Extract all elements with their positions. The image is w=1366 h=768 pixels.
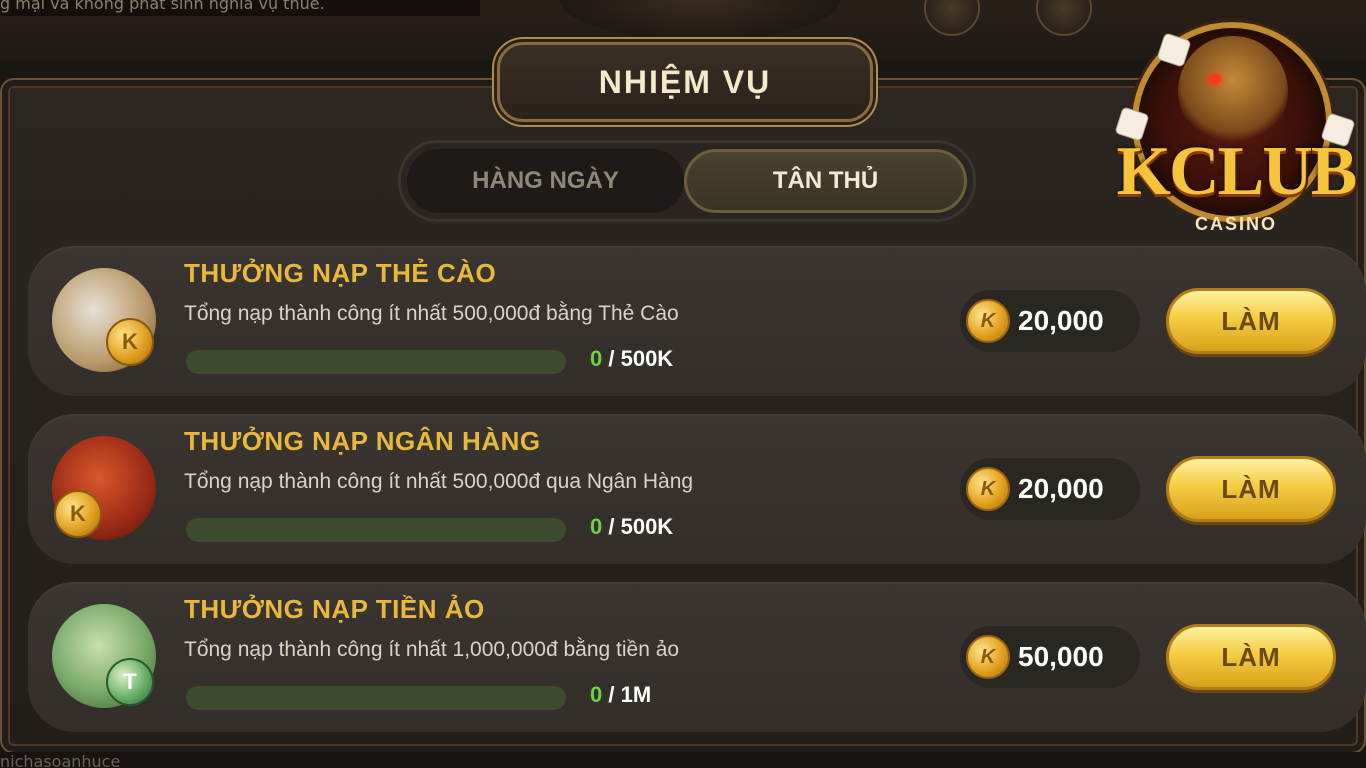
reward-amount: 50,000 [1018, 641, 1104, 672]
coin-icon: K [966, 467, 1010, 511]
mission-item: K THƯỞNG NẠP THẺ CÀO Tổng nạp thành công… [28, 246, 1366, 396]
mission-description: Tổng nạp thành công ít nhất 500,000đ qua… [184, 470, 694, 493]
mission-title: THƯỞNG NẠP TIỀN ẢO [184, 594, 485, 624]
coin-icon: K [966, 299, 1010, 343]
reward-badge: K 20,000 [960, 290, 1140, 352]
do-mission-button[interactable]: LÀM [1166, 624, 1336, 690]
bottom-text: nichasoanhuce [0, 752, 1366, 768]
kclub-casino-logo: KCLUB CASINO [1108, 6, 1364, 242]
dragon-eye [1208, 74, 1222, 84]
mission-item: T THƯỞNG NẠP TIỀN ẢO Tổng nạp thành công… [28, 582, 1366, 732]
logo-subtitle: CASINO [1194, 214, 1277, 234]
progress-bar [186, 350, 566, 374]
coin-icon: K [106, 318, 154, 366]
page-title: NHIỆM VỤ [598, 63, 772, 100]
marquee-text: g mại và không phát sinh nghĩa vụ thuế. [0, 0, 480, 16]
reward-badge: K 50,000 [960, 626, 1140, 688]
coin-icon: K [54, 490, 102, 538]
reward-amount: 20,000 [1018, 305, 1104, 336]
scratch-card-icon: K [52, 268, 156, 372]
mission-title: THƯỞNG NẠP THẺ CÀO [184, 258, 497, 288]
progress-bar [186, 518, 566, 542]
bank-coins-icon: K [52, 436, 156, 540]
mission-description: Tổng nạp thành công ít nhất 500,000đ bằn… [184, 302, 679, 325]
mission-item: K THƯỞNG NẠP NGÂN HÀNG Tổng nạp thành cô… [28, 414, 1366, 564]
mission-description: Tổng nạp thành công ít nhất 1,000,000đ b… [184, 638, 680, 661]
progress-text: 0 / 1M [590, 682, 652, 707]
do-mission-button[interactable]: LÀM [1166, 288, 1336, 354]
tab-newbie[interactable]: TÂN THỦ [684, 149, 967, 213]
progress-text: 0 / 500K [590, 514, 674, 539]
logo-title: KCLUB [1116, 133, 1358, 210]
tether-coin-icon: T [106, 658, 154, 706]
crypto-coin-icon: T [52, 604, 156, 708]
progress-text: 0 / 500K [590, 346, 674, 371]
do-mission-button[interactable]: LÀM [1166, 456, 1336, 522]
title-plate: NHIỆM VỤ [497, 42, 873, 122]
tab-bar: HÀNG NGÀY TÂN THỦ [398, 140, 976, 222]
progress-bar [186, 686, 566, 710]
tab-daily[interactable]: HÀNG NGÀY [407, 149, 684, 213]
mission-title: THƯỞNG NẠP NGÂN HÀNG [184, 426, 541, 456]
reward-badge: K 20,000 [960, 458, 1140, 520]
reward-amount: 20,000 [1018, 473, 1104, 504]
dragon-icon [1178, 36, 1288, 146]
coin-icon: K [966, 635, 1010, 679]
